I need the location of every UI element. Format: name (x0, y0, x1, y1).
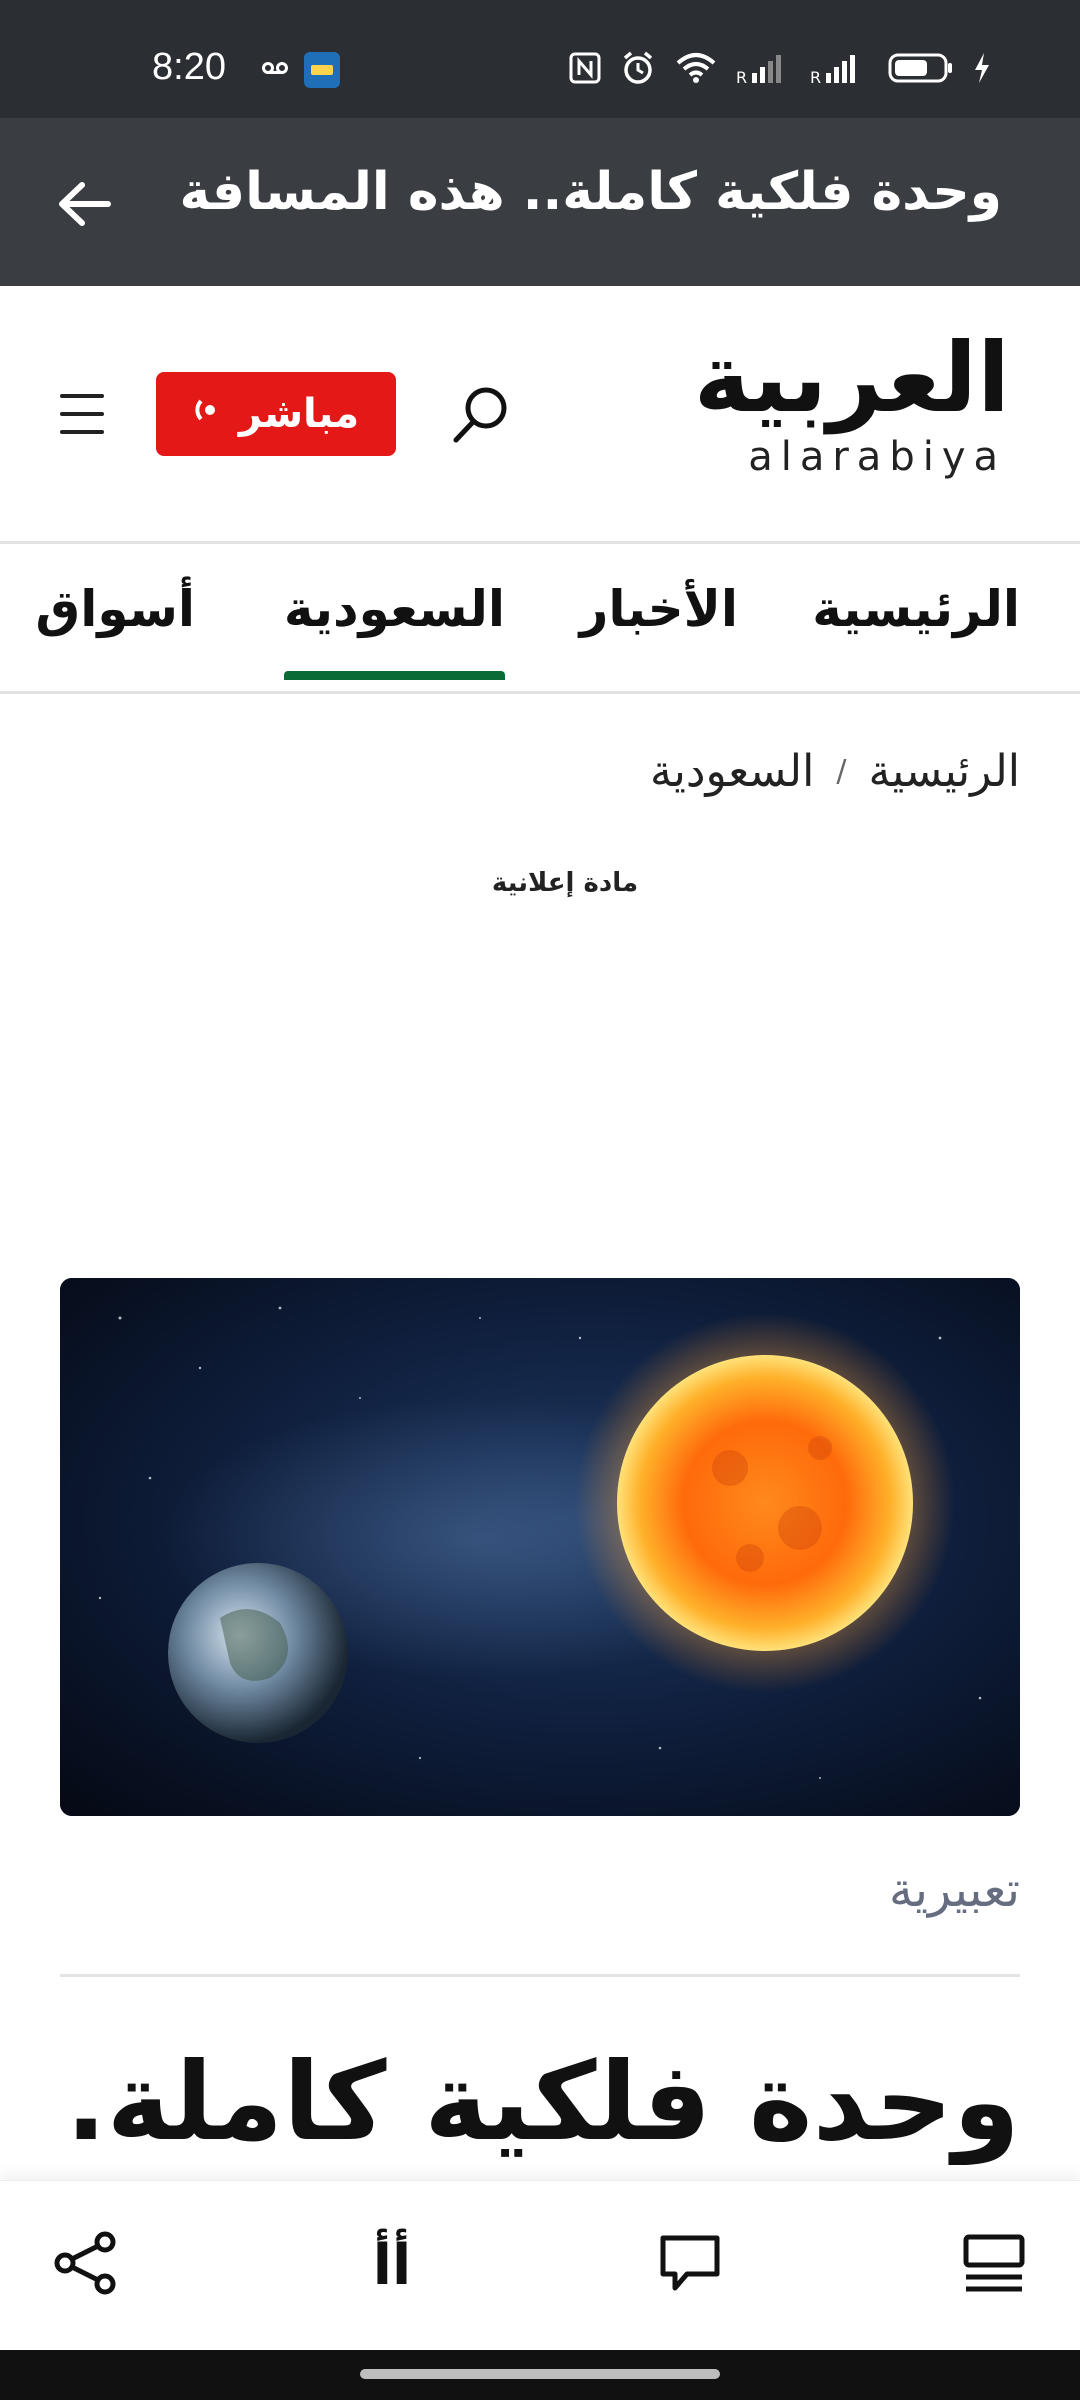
sun-and-earth-illustration[interactable] (60, 1278, 1020, 1816)
nfc-icon (568, 51, 602, 89)
svg-text:R: R (810, 68, 821, 85)
section-tabs: الرئيسية الأخبار السعودية أسواق (0, 544, 1080, 694)
font-size-button[interactable]: أأ (352, 2225, 432, 2305)
app-bar: وحدة فلكية كاملة.. هذه المسافة ... (0, 118, 1080, 286)
status-right-icons: R R (568, 50, 992, 90)
wifi-icon (674, 51, 718, 89)
divider (60, 1974, 1020, 1977)
live-label: مباشر (238, 391, 360, 437)
article-list-button[interactable] (954, 2225, 1034, 2305)
arrow-left-icon (56, 180, 112, 232)
breadcrumb-home[interactable]: الرئيسية (868, 746, 1020, 797)
tab-home[interactable]: الرئيسية (812, 580, 1020, 638)
article-headline: وحدة فلكية كاملة.. (60, 2040, 1020, 2165)
tab-markets[interactable]: أسواق (36, 580, 196, 638)
search-icon (448, 387, 514, 452)
alarm-icon (620, 50, 656, 90)
charging-icon (972, 51, 992, 89)
bottom-toolbar: أأ (0, 2180, 1080, 2350)
signal-r-icon: R (736, 51, 792, 89)
live-button[interactable]: مباشر (156, 372, 396, 456)
tab-news[interactable]: الأخبار (580, 580, 738, 638)
share-button[interactable] (46, 2225, 126, 2305)
status-time: 8:20 (152, 46, 226, 88)
system-navigation-bar (0, 2350, 1080, 2400)
image-caption: تعبيرية (888, 1862, 1020, 1918)
home-gesture-handle[interactable] (360, 2369, 720, 2379)
etisalat-extra-app-icon (304, 52, 340, 88)
voicemail-icon (262, 60, 288, 80)
share-icon (51, 2228, 121, 2302)
article-list-icon (962, 2231, 1026, 2299)
logo-latin-text: alarabiya (748, 434, 1006, 480)
back-button[interactable] (52, 174, 116, 238)
ad-label: مادة إعلانية (491, 868, 639, 898)
app-title: وحدة فلكية كاملة.. هذه المسافة ... (162, 162, 1002, 222)
logo-arabic-text: العربية (693, 322, 1010, 434)
search-button[interactable] (448, 382, 514, 448)
breadcrumb-saudi[interactable]: السعودية (650, 746, 814, 797)
battery-icon (888, 52, 954, 88)
breadcrumb: الرئيسية / السعودية (650, 746, 1020, 797)
breadcrumb-separator: / (836, 754, 847, 789)
alarabiya-logo[interactable]: العربية alarabiya (694, 330, 1010, 490)
hamburger-menu-icon[interactable] (60, 394, 104, 434)
site-header: العربية alarabiya مباشر (0, 286, 1080, 544)
comment-button[interactable] (650, 2225, 730, 2305)
tab-saudi[interactable]: السعودية (283, 580, 506, 680)
font-size-label: أأ (372, 2232, 412, 2298)
svg-text:R: R (736, 68, 747, 85)
status-bar: 8:20 R R (0, 0, 1080, 118)
status-left-icons (262, 52, 340, 88)
comment-icon (657, 2230, 723, 2300)
live-broadcast-icon (193, 391, 227, 437)
signal-r-icon: R (810, 51, 870, 89)
